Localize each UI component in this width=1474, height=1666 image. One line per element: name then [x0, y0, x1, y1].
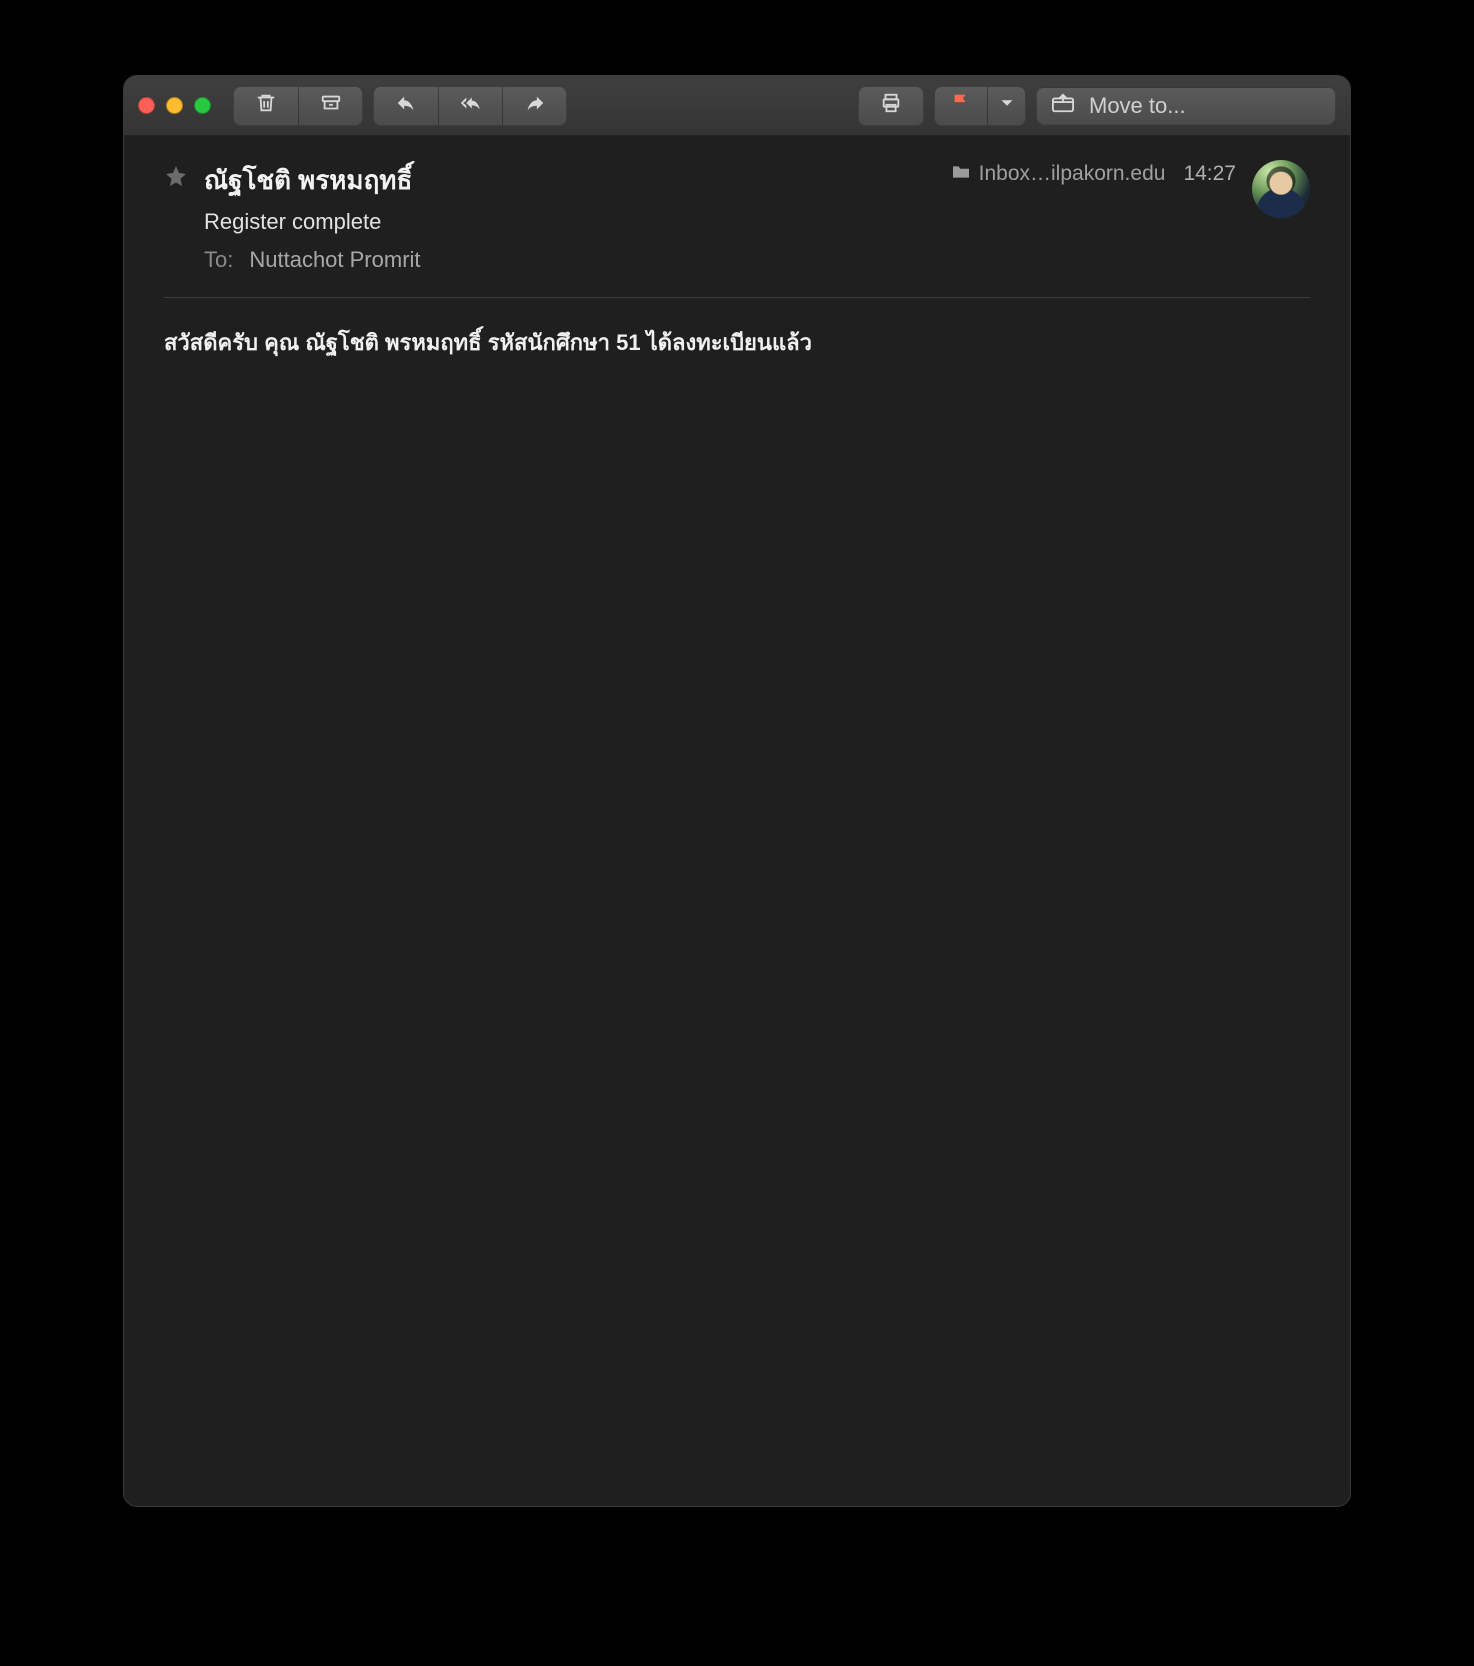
reply-all-icon — [460, 92, 482, 119]
minimize-window-button[interactable] — [166, 97, 183, 114]
flag-button[interactable] — [935, 87, 987, 125]
print-icon — [880, 92, 902, 119]
folder-icon — [951, 162, 971, 186]
reply-all-button[interactable] — [438, 87, 502, 125]
window-traffic-lights — [138, 97, 211, 114]
message-body: สวัสดีครับ คุณ ณัฐโชติ พรหมฤทธิ์ รหัสนัก… — [164, 326, 1310, 399]
reply-button[interactable] — [374, 87, 438, 125]
trash-icon — [255, 92, 277, 119]
zoom-window-button[interactable] — [194, 97, 211, 114]
delete-group — [233, 86, 363, 126]
flag-icon — [950, 92, 972, 119]
sender-name: ณัฐโชติ พรหมฤทธิ์ — [204, 160, 935, 201]
archive-icon — [320, 92, 342, 119]
star-toggle[interactable] — [164, 164, 188, 188]
flag-dropdown-button[interactable] — [987, 87, 1025, 125]
star-icon — [164, 164, 188, 188]
move-to-button[interactable]: Move to... — [1036, 87, 1336, 125]
folder-tag[interactable]: Inbox…ilpakorn.edu — [951, 162, 1166, 186]
to-value: Nuttachot Promrit — [249, 247, 420, 273]
forward-button[interactable] — [502, 87, 566, 125]
print-button[interactable] — [859, 87, 923, 125]
to-row: To: Nuttachot Promrit — [204, 247, 935, 273]
header-main: ณัฐโชติ พรหมฤทธิ์ Register complete To: … — [204, 160, 935, 273]
archive-button[interactable] — [298, 87, 362, 125]
print-group — [858, 86, 924, 126]
chevron-down-icon — [996, 92, 1018, 119]
message-header: ณัฐโชติ พรหมฤทธิ์ Register complete To: … — [164, 160, 1310, 273]
reply-icon — [395, 92, 417, 119]
close-window-button[interactable] — [138, 97, 155, 114]
subject-line: Register complete — [204, 209, 935, 235]
forward-icon — [524, 92, 546, 119]
reply-group — [373, 86, 567, 126]
toolbar: Move to... — [124, 76, 1350, 136]
move-to-icon — [1051, 92, 1075, 120]
message-content: ณัฐโชติ พรหมฤทธิ์ Register complete To: … — [124, 136, 1350, 1506]
to-label: To: — [204, 247, 233, 273]
flag-group — [934, 86, 1026, 126]
delete-button[interactable] — [234, 87, 298, 125]
header-divider — [164, 297, 1310, 298]
folder-label: Inbox…ilpakorn.edu — [979, 162, 1166, 186]
sender-avatar[interactable] — [1252, 160, 1310, 218]
header-meta: Inbox…ilpakorn.edu 14:27 — [951, 162, 1236, 186]
move-to-label: Move to... — [1089, 93, 1186, 119]
mail-message-window: Move to... ณัฐโชติ พรหมฤทธิ์ Register co… — [123, 75, 1351, 1507]
message-time: 14:27 — [1183, 162, 1236, 186]
